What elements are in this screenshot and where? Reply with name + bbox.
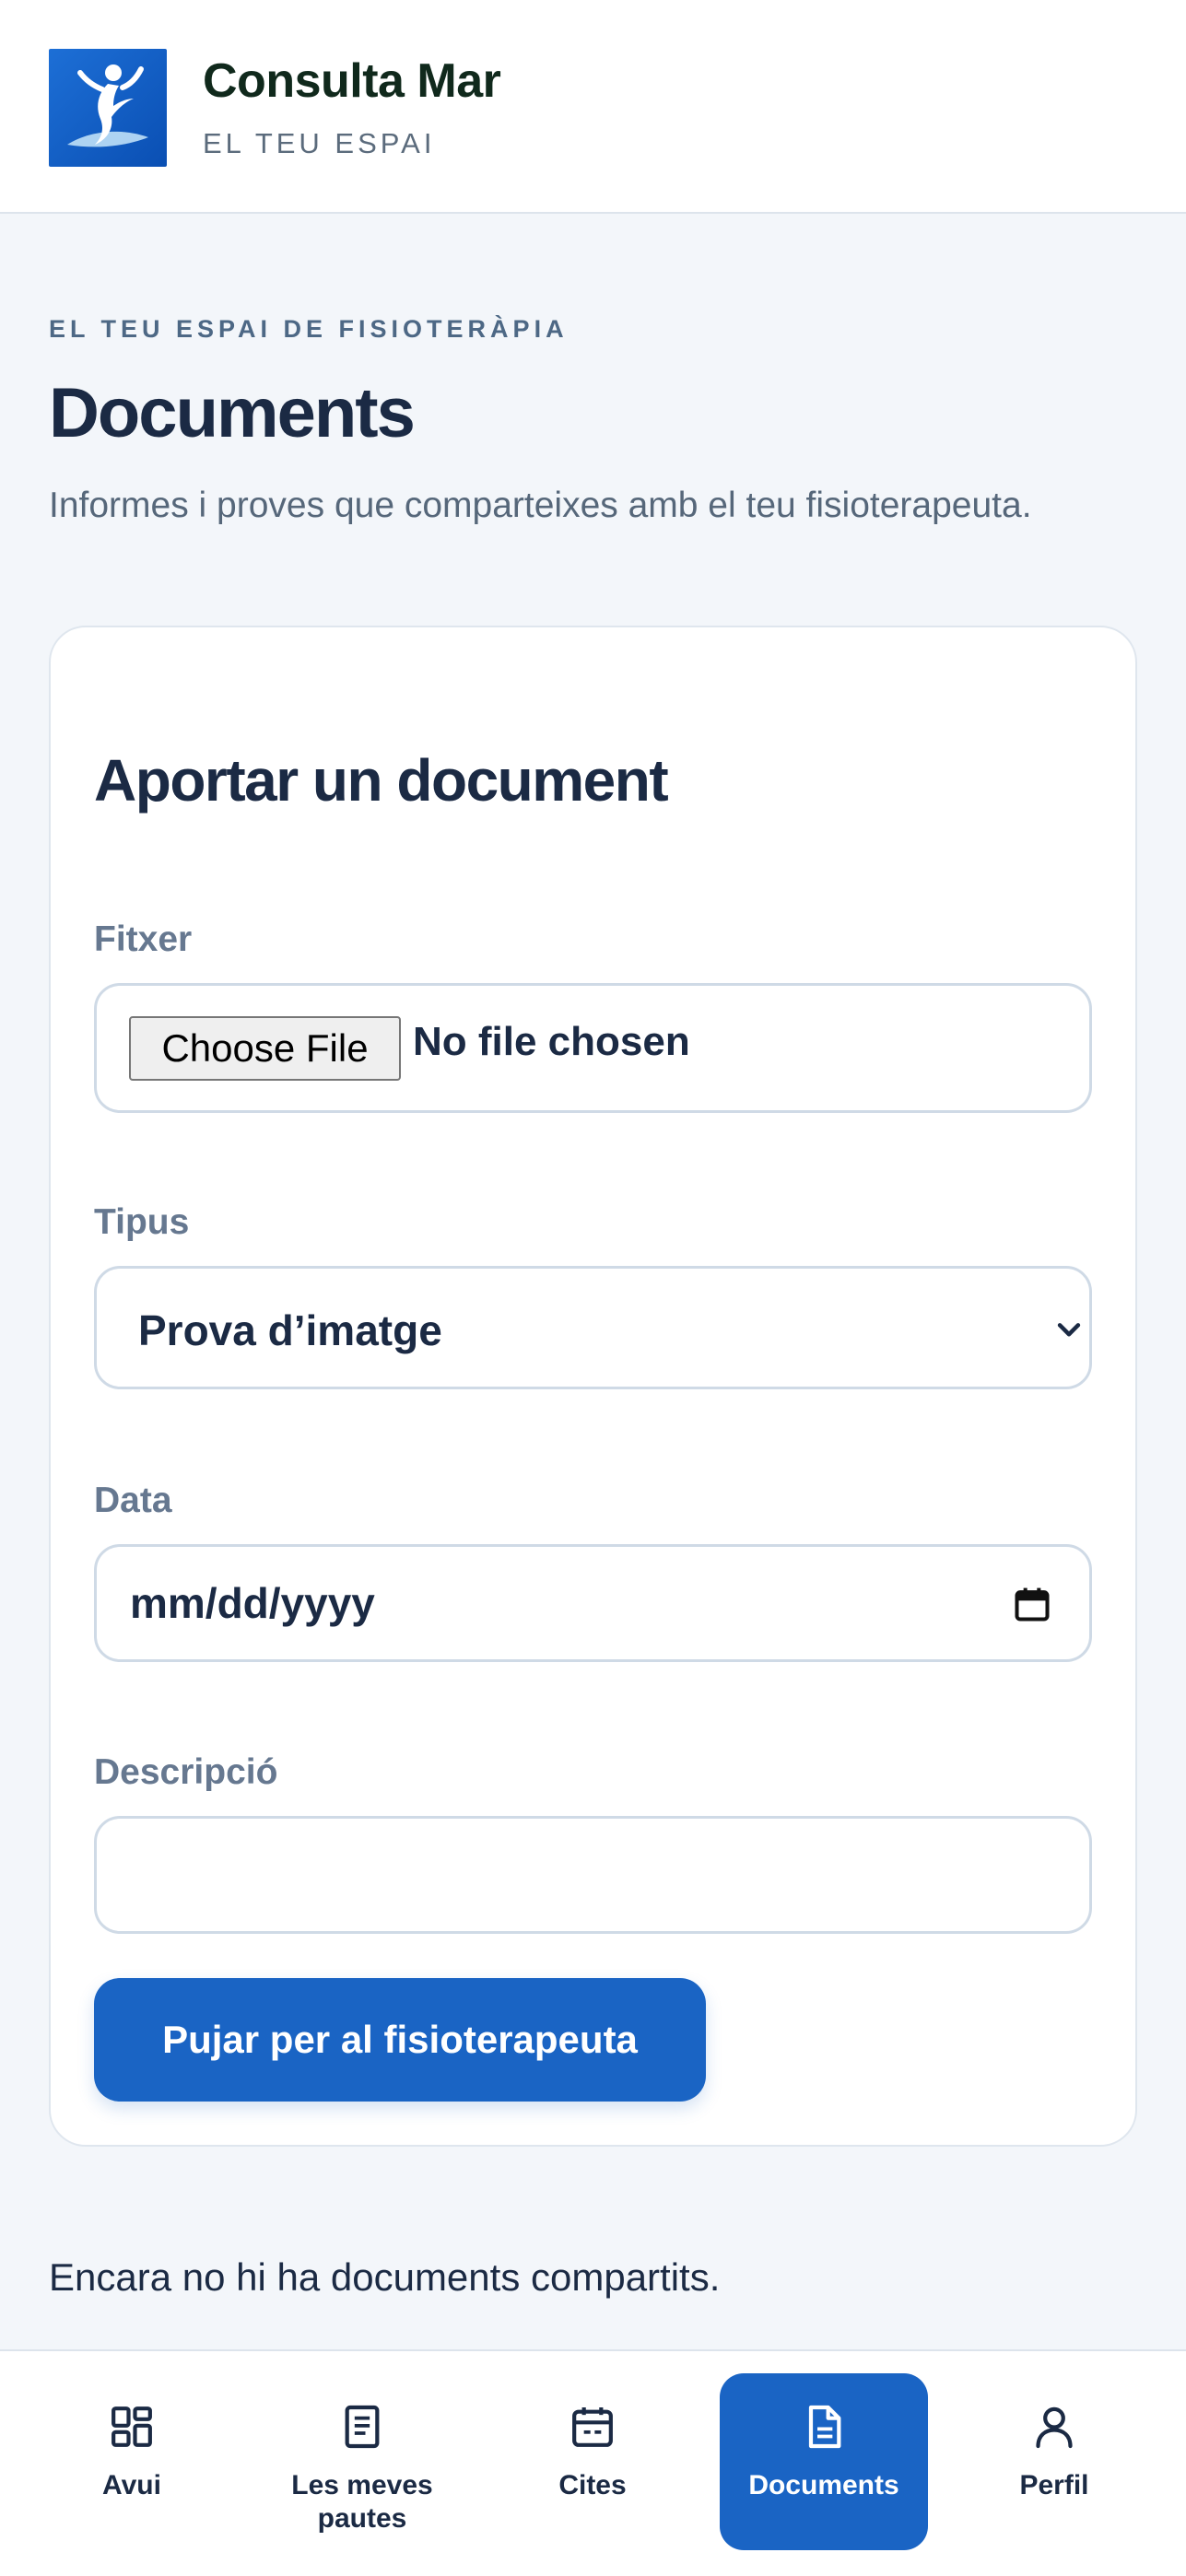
nav-label: Les meves pautes — [291, 2470, 433, 2534]
clinic-logo-icon — [49, 49, 167, 167]
page-title: Documents — [49, 374, 416, 452]
file-icon — [808, 2405, 841, 2449]
file-status: No file chosen — [413, 1019, 690, 1064]
nav-label: Avui — [102, 2470, 161, 2500]
date-input[interactable]: mm/dd/yyyy — [94, 1544, 1092, 1662]
nav-label: Documents — [748, 2470, 899, 2500]
type-label: Tipus — [94, 1202, 190, 1242]
brand-name: Consulta Mar — [203, 54, 501, 108]
brand-subtitle: EL TEU ESPAI — [203, 127, 436, 159]
calendar-icon — [572, 2407, 613, 2447]
upload-card-title: Aportar un document — [94, 747, 669, 814]
choose-file-button[interactable]: Choose File — [129, 1016, 401, 1081]
upload-button[interactable]: Pujar per al fisioterapeuta — [94, 1978, 706, 2102]
chevron-down-icon — [1057, 1323, 1081, 1337]
date-label: Data — [94, 1481, 172, 1520]
nav-label: Perfil — [1019, 2470, 1089, 2500]
type-select-value: Prova d’imatge — [138, 1306, 442, 1354]
nav-label: Cites — [558, 2470, 627, 2500]
calendar-picker-icon[interactable] — [1012, 1584, 1052, 1624]
description-label: Descripció — [94, 1752, 278, 1792]
nav-item-cites[interactable]: Cites — [488, 2373, 697, 2550]
document-list-icon — [345, 2405, 380, 2449]
file-input[interactable]: Choose File No file chosen — [94, 983, 1092, 1113]
user-icon — [1036, 2406, 1073, 2449]
nav-item-les-meves-pautes[interactable]: Les meves pautes — [258, 2373, 466, 2550]
page-description: Informes i proves que comparteixes amb e… — [49, 486, 1032, 525]
file-label: Fitxer — [94, 919, 193, 959]
date-placeholder: mm/dd/yyyy — [130, 1579, 375, 1627]
dashboard-grid-icon — [112, 2406, 152, 2447]
empty-documents-message: Encara no hi ha documents compartits. — [49, 2255, 721, 2299]
page-eyebrow: EL TEU ESPAI DE FISIOTERÀPIA — [49, 315, 569, 343]
app-header: Consulta Mar EL TEU ESPAI — [0, 0, 1186, 214]
nav-item-documents[interactable]: Documents — [720, 2373, 928, 2550]
nav-item-perfil[interactable]: Perfil — [950, 2373, 1158, 2550]
nav-item-avui[interactable]: Avui — [28, 2373, 236, 2550]
type-select[interactable]: Prova d’imatge — [94, 1266, 1092, 1389]
description-input[interactable] — [94, 1816, 1092, 1934]
